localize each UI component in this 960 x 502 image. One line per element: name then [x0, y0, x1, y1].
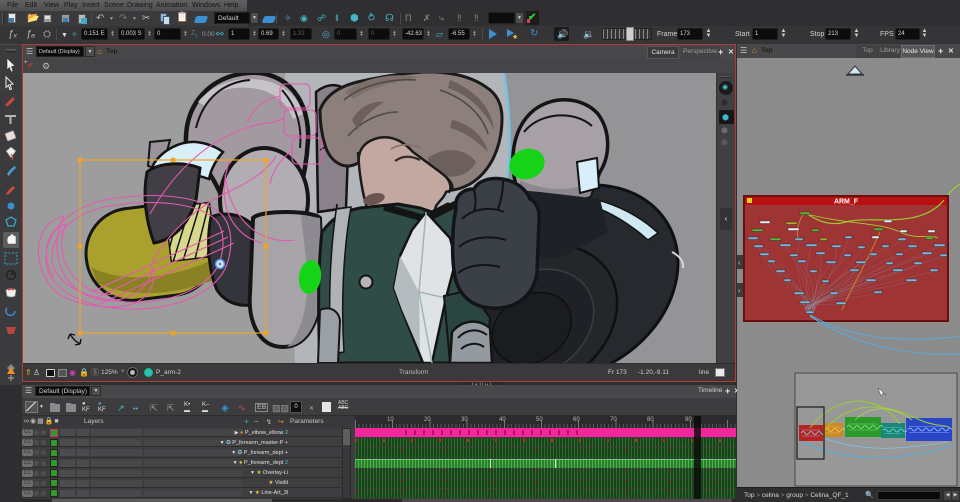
svg-text:ARM_F: ARM_F — [834, 199, 859, 206]
